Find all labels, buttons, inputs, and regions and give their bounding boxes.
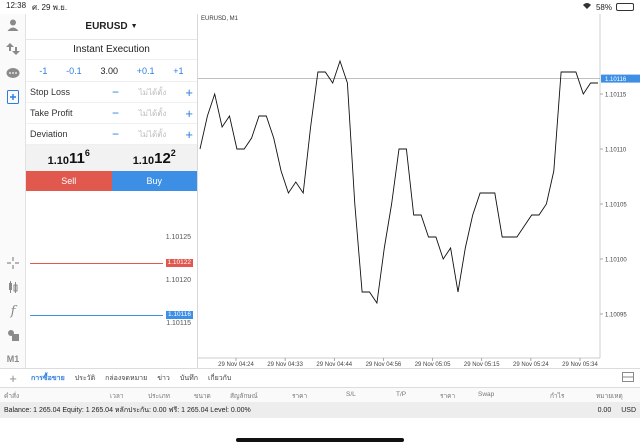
column-header: สัญลักษณ์: [230, 393, 258, 400]
home-indicator[interactable]: [236, 438, 404, 442]
column-header: ประเภท: [148, 393, 170, 400]
volume-stepper: -1 -0.1 3.00 +0.1 +1: [26, 60, 197, 82]
symbol-selector[interactable]: EURUSD ▼: [26, 14, 197, 40]
y-tick-label: 1.10100: [605, 258, 627, 264]
stop-loss-input[interactable]: ไม่ได้ตั้ง: [124, 86, 181, 99]
ask-level-tag: 1.10116: [165, 311, 193, 319]
battery-percent: 58%: [595, 2, 612, 12]
column-header: ขนาด: [194, 393, 211, 400]
price-series-line: [199, 59, 598, 305]
buy-button[interactable]: Buy: [111, 171, 197, 191]
deviation-input[interactable]: ไม่ได้ตั้ง: [124, 128, 181, 141]
tick-level-label: 1.10120: [165, 277, 191, 284]
ask-price-sup: 2: [170, 148, 176, 158]
terminal-tabs: + การซื้อขาย ประวัติ กล่องจดหมาย ข่าว บั…: [0, 368, 640, 388]
y-tick-label: 1.10110: [605, 148, 627, 154]
bid-price-big: 11: [69, 150, 85, 167]
tab-about[interactable]: เกี่ยวกับ: [203, 373, 236, 384]
tick-level-label: 1.10115: [166, 320, 191, 327]
trade-arrows-icon[interactable]: [4, 40, 22, 58]
crosshair-icon[interactable]: [4, 254, 22, 272]
take-profit-input[interactable]: ไม่ได้ตั้ง: [124, 107, 181, 120]
account-icon[interactable]: [4, 16, 22, 34]
bid-price-prefix: 1.10: [47, 155, 70, 167]
deviation-label: Deviation: [30, 129, 68, 139]
objects-icon[interactable]: [4, 326, 22, 344]
timeframe-button[interactable]: M1: [4, 350, 22, 368]
volume-minus-1-button[interactable]: -1: [39, 66, 47, 76]
column-header: T/P: [396, 391, 407, 398]
take-profit-row: Take Profit − ไม่ได้ตั้ง +: [26, 103, 197, 124]
tick-level-label: 1.10125: [165, 234, 191, 241]
y-tick-label: 1.10115: [605, 93, 627, 99]
y-tick-label: 1.10105: [605, 203, 627, 209]
deviation-minus-button[interactable]: −: [112, 127, 124, 141]
deviation-plus-button[interactable]: +: [181, 127, 193, 142]
stop-loss-minus-button[interactable]: −: [112, 85, 124, 99]
clock: 12:38: [6, 0, 27, 10]
chevron-down-icon: ▼: [130, 23, 138, 30]
price-chart[interactable]: EURUSD, M1 1.10115 1.10110 1.10105 1.10100 1…: [197, 14, 640, 368]
tab-history[interactable]: ประวัติ: [70, 373, 100, 384]
tab-journal[interactable]: บันทึก: [175, 373, 203, 384]
layout-toggle-icon[interactable]: [622, 371, 634, 385]
column-header: หมายเหตุ: [596, 393, 623, 400]
wifi-icon: [582, 2, 592, 12]
volume-plus-0.1-button[interactable]: +0.1: [137, 66, 155, 76]
y-tick-label: 1.10095: [605, 313, 627, 319]
bid-price: 1.10 11 6: [26, 145, 112, 171]
column-header: ราคา: [440, 393, 456, 400]
order-panel: EURUSD ▼ Instant Execution -1 -0.1 3.00 …: [26, 14, 197, 194]
add-icon[interactable]: +: [0, 371, 26, 386]
new-order-icon[interactable]: [4, 88, 22, 106]
total-profit: 0.00: [597, 406, 612, 414]
column-header: กำไร: [550, 393, 565, 400]
take-profit-minus-button[interactable]: −: [112, 106, 124, 120]
take-profit-plus-button[interactable]: +: [181, 106, 193, 121]
indicators-icon[interactable]: [4, 278, 22, 296]
currency-label: USD: [621, 406, 636, 414]
take-profit-label: Take Profit: [30, 108, 73, 118]
symbol-label: EURUSD: [85, 21, 128, 32]
volume-plus-1-button[interactable]: +1: [173, 66, 183, 76]
balance-bar: Balance: 1 265.04 Equity: 1 265.04 หลักป…: [0, 402, 640, 418]
trade-buttons: Sell Buy: [26, 171, 197, 191]
quote-prices: 1.10 11 6 1.10 12 2: [26, 145, 197, 171]
status-bar: 12:38 ศ. 29 พ.ย. 58%: [0, 0, 640, 14]
battery-icon: [616, 3, 634, 11]
function-icon[interactable]: 𝑓: [4, 302, 22, 320]
ask-price: 1.10 12 2: [112, 145, 198, 171]
execution-type[interactable]: Instant Execution: [26, 40, 197, 60]
balance-summary: Balance: 1 265.04 Equity: 1 265.04 หลักป…: [4, 406, 251, 414]
tab-trade[interactable]: การซื้อขาย: [26, 373, 70, 384]
column-header: ราคา: [292, 393, 308, 400]
column-header: คำสั่ง: [4, 393, 20, 400]
current-price-label: 1.10116: [605, 77, 627, 83]
date: ศ. 29 พ.ย.: [32, 2, 68, 12]
trade-table-header: คำสั่ง เวลา ประเภท ขนาด สัญลักษณ์ ราคา S…: [0, 388, 640, 402]
stop-loss-row: Stop Loss − ไม่ได้ตั้ง +: [26, 82, 197, 103]
left-toolbar: 𝑓 M1: [0, 14, 26, 368]
bid-price-sup: 6: [84, 148, 90, 158]
deviation-row: Deviation − ไม่ได้ตั้ง +: [26, 124, 197, 145]
volume-minus-0.1-button[interactable]: -0.1: [66, 66, 82, 76]
column-header: Swap: [478, 391, 495, 398]
bid-level-line: [30, 263, 163, 264]
column-header: S/L: [346, 391, 356, 398]
stop-loss-label: Stop Loss: [30, 87, 71, 97]
column-header: เวลา: [110, 393, 124, 400]
bid-level-tag: 1.10122: [165, 259, 193, 267]
tick-panel: 1.10125 1.10122 1.10120 1.10116 1.10115: [26, 194, 197, 368]
volume-value[interactable]: 3.00: [100, 66, 118, 76]
ask-price-big: 12: [154, 150, 171, 167]
tab-news[interactable]: ข่าว: [152, 373, 175, 384]
stop-loss-plus-button[interactable]: +: [181, 85, 193, 100]
tab-mailbox[interactable]: กล่องจดหมาย: [100, 373, 152, 384]
sell-button[interactable]: Sell: [26, 171, 112, 191]
ask-price-prefix: 1.10: [132, 155, 155, 167]
ask-level-line: [30, 315, 163, 316]
chat-icon[interactable]: [4, 64, 22, 82]
chart-canvas[interactable]: 1.101151.101101.101051.101001.1009529 No…: [198, 14, 640, 368]
